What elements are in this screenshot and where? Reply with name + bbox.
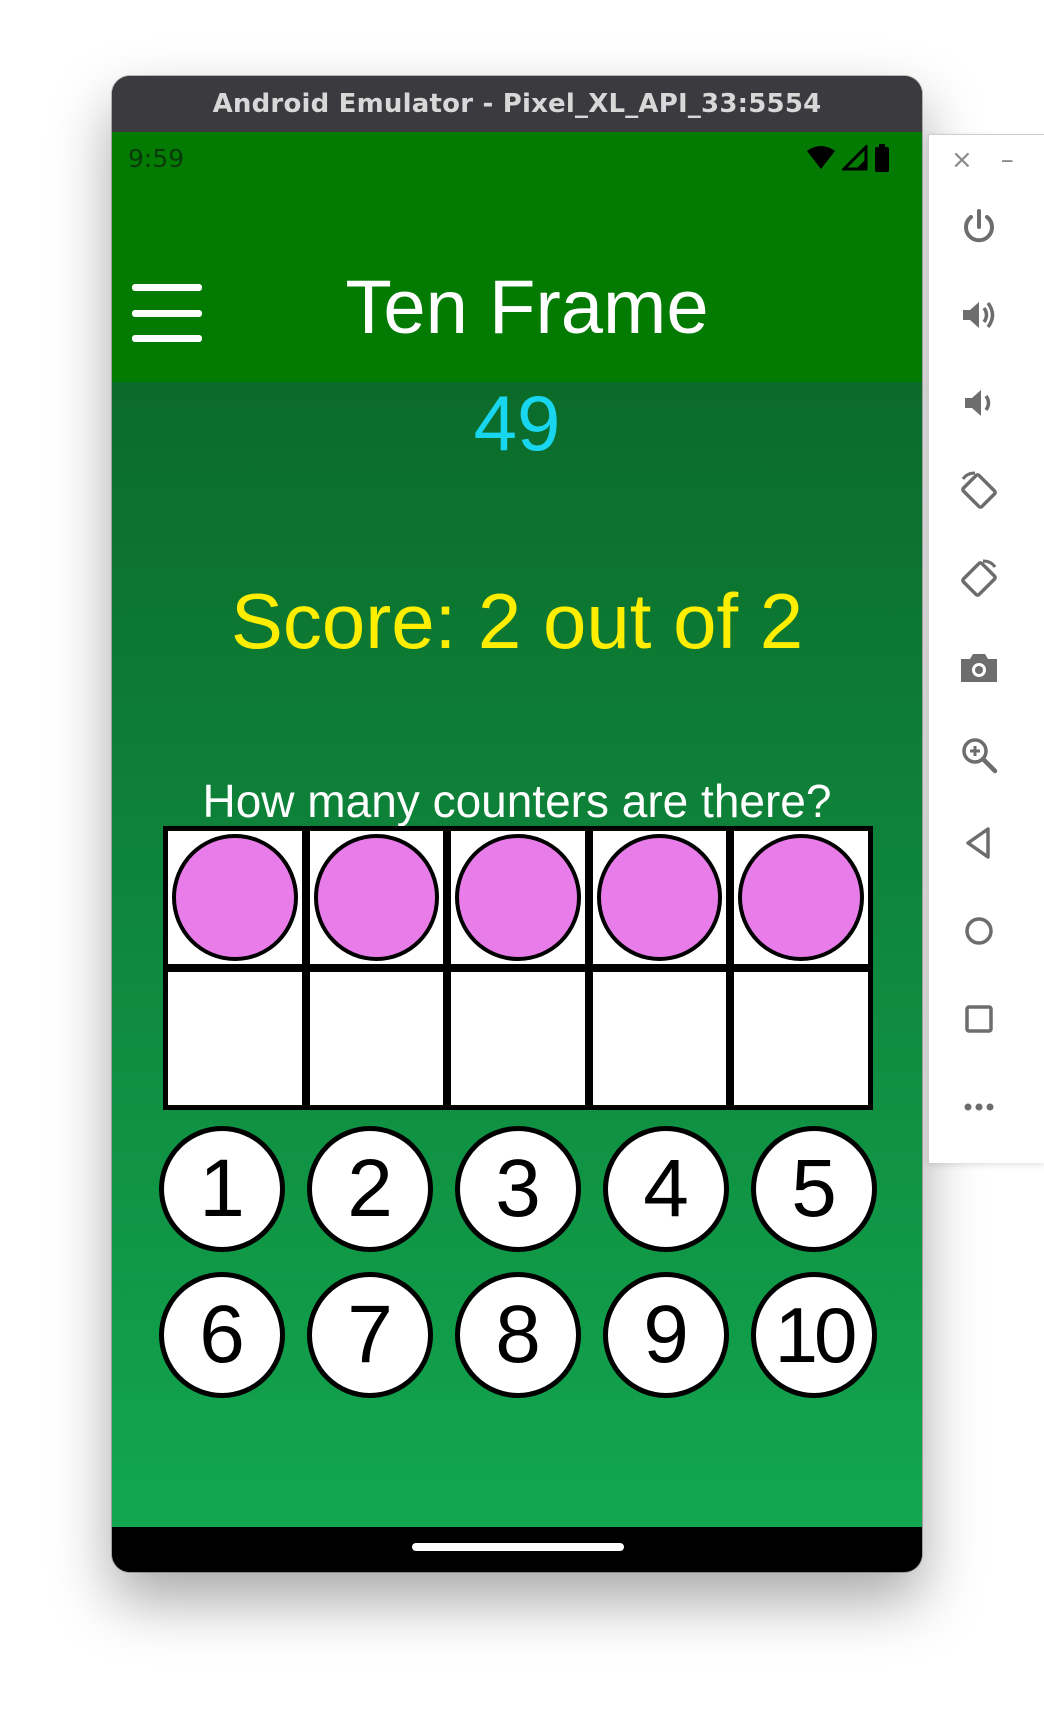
ten-frame-cell xyxy=(451,831,585,964)
emulator-side-toolbar: × – xyxy=(928,134,1044,1163)
counter-value: 49 xyxy=(473,379,561,467)
answer-button-5[interactable]: 5 xyxy=(751,1126,877,1252)
ten-frame-cell xyxy=(592,972,727,1105)
emulator-window: Android Emulator - Pixel_XL_API_33:5554 … xyxy=(112,76,922,1572)
answer-button-1[interactable]: 1 xyxy=(159,1126,285,1252)
counter-disc xyxy=(313,834,440,961)
battery-icon xyxy=(875,144,889,172)
emulator-window-title: Android Emulator - Pixel_XL_API_33:5554 xyxy=(212,89,822,119)
more-icon[interactable] xyxy=(957,1085,1001,1129)
answer-button-7[interactable]: 7 xyxy=(307,1272,433,1398)
ten-frame-cell xyxy=(451,972,585,1105)
game-content: 49 Score: 2 out of 2 How many counters a… xyxy=(112,379,922,1527)
status-icons xyxy=(806,144,890,172)
ten-frame-cell xyxy=(168,972,302,1105)
volume-down-icon[interactable] xyxy=(957,381,1001,425)
answer-button-4[interactable]: 4 xyxy=(603,1126,729,1252)
back-icon[interactable] xyxy=(957,821,1001,865)
minimize-icon[interactable]: – xyxy=(1001,145,1014,175)
answer-button-9[interactable]: 9 xyxy=(603,1272,729,1398)
score-label: Score: 2 out of 2 xyxy=(230,577,804,665)
answer-button-8[interactable]: 8 xyxy=(455,1272,581,1398)
volume-up-icon[interactable] xyxy=(957,293,1001,337)
rotate-left-icon[interactable] xyxy=(957,469,1001,513)
power-icon[interactable] xyxy=(957,205,1001,249)
ten-frame-cell xyxy=(734,972,868,1105)
toolbar-window-controls: × – xyxy=(951,145,1021,175)
cell-signal-icon xyxy=(842,145,868,171)
counter-disc xyxy=(738,834,864,961)
emulator-title-bar: Android Emulator - Pixel_XL_API_33:5554 xyxy=(112,76,922,132)
ten-frame-cell xyxy=(309,831,444,964)
counter-disc xyxy=(455,834,581,961)
ten-frame-cell xyxy=(168,831,302,964)
answer-button-6[interactable]: 6 xyxy=(159,1272,285,1398)
app-title: Ten Frame xyxy=(345,265,709,350)
ten-frame-cell xyxy=(734,831,868,964)
rotate-right-icon[interactable] xyxy=(957,557,1001,601)
answer-button-3[interactable]: 3 xyxy=(455,1126,581,1252)
home-indicator[interactable] xyxy=(412,1543,624,1551)
counter-disc xyxy=(596,834,723,961)
status-time: 9:59 xyxy=(128,143,185,173)
ten-frame-cell xyxy=(592,831,727,964)
ten-frame xyxy=(163,826,873,1110)
close-icon[interactable]: × xyxy=(951,145,973,175)
zoom-icon[interactable] xyxy=(957,733,1001,777)
answer-button-10[interactable]: 10 xyxy=(751,1272,877,1398)
app-bar: Ten Frame xyxy=(112,184,922,382)
counter-disc xyxy=(172,834,298,961)
camera-icon[interactable] xyxy=(957,645,1001,689)
device-screen: 9:59 Ten Frame 49 Score: 2 out of 2 How … xyxy=(112,132,922,1572)
question-label: How many counters are there? xyxy=(202,775,832,827)
wifi-icon xyxy=(807,146,835,169)
hamburger-menu-icon[interactable] xyxy=(132,284,202,342)
status-bar: 9:59 xyxy=(112,132,922,184)
navigation-bar xyxy=(112,1527,922,1572)
answer-grid: 1 2 3 4 5 6 7 8 9 10 xyxy=(159,1126,877,1398)
home-icon[interactable] xyxy=(957,909,1001,953)
ten-frame-cell xyxy=(309,972,444,1105)
overview-icon[interactable] xyxy=(957,997,1001,1041)
answer-button-2[interactable]: 2 xyxy=(307,1126,433,1252)
